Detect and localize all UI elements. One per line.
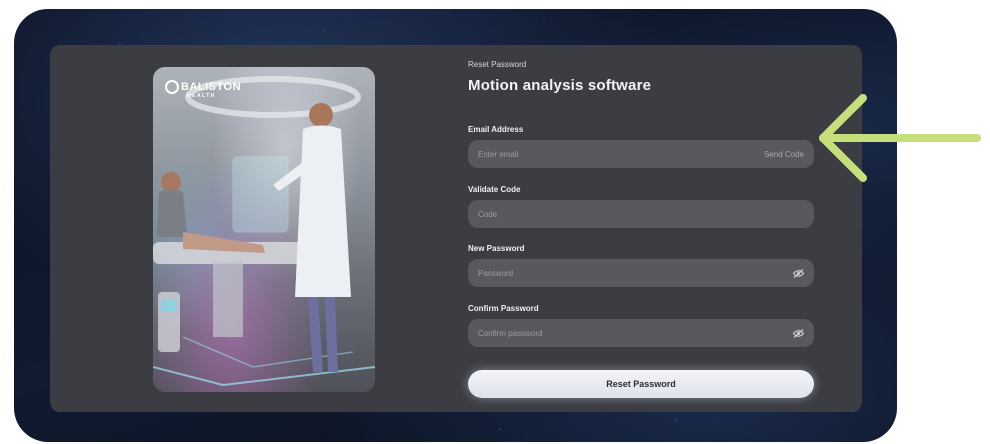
confirm-password-label: Confirm Password (468, 304, 539, 313)
form-eyebrow: Reset Password (468, 60, 527, 69)
brand-logo: BALISTON HEALTH (165, 80, 242, 99)
email-label: Email Address (468, 125, 524, 134)
reset-password-card: BALISTON HEALTH Reset Password Motion an… (50, 45, 862, 412)
eye-off-icon[interactable] (792, 268, 804, 278)
brand-name: BALISTON (181, 81, 242, 93)
code-field-wrapper (468, 200, 814, 228)
reset-password-button[interactable]: Reset Password (468, 370, 814, 398)
logo-ring-icon (165, 80, 179, 94)
new-password-field-wrapper (468, 259, 814, 287)
validate-code-label: Validate Code (468, 185, 521, 194)
brand-subtitle: HEALTH (187, 93, 216, 99)
email-field[interactable] (478, 149, 738, 159)
new-password-field[interactable] (478, 268, 738, 278)
arrow-left-icon (819, 94, 981, 182)
clinic-illustration (153, 76, 375, 387)
email-field-wrapper: Send Code (468, 140, 814, 168)
new-password-label: New Password (468, 244, 525, 253)
code-field[interactable] (478, 209, 738, 219)
page-title: Motion analysis software (468, 77, 652, 94)
eye-off-icon[interactable] (792, 328, 804, 338)
device-frame: BALISTON HEALTH Reset Password Motion an… (14, 9, 897, 442)
confirm-password-field[interactable] (478, 328, 738, 338)
confirm-password-field-wrapper (468, 319, 814, 347)
hero-image: BALISTON HEALTH (153, 67, 375, 392)
send-code-button[interactable]: Send Code (764, 150, 804, 159)
